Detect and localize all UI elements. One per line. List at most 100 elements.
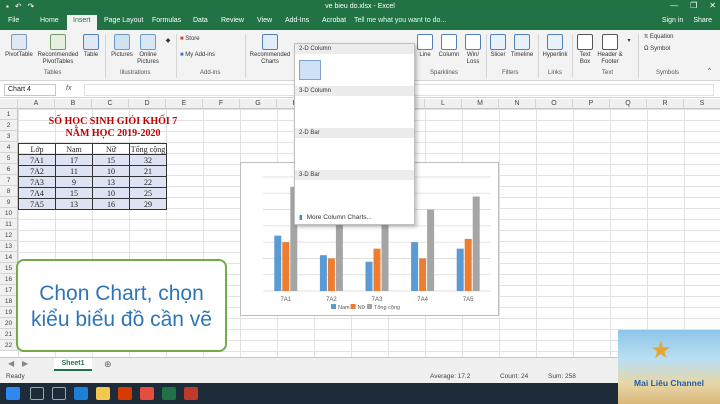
- 3d-clustered-bar-icon[interactable]: [299, 186, 321, 206]
- header-cell[interactable]: Lớp: [18, 143, 56, 155]
- excel-taskbar-icon[interactable]: [162, 387, 176, 400]
- row-header[interactable]: 10: [0, 208, 18, 219]
- sheet-nav-left-icon[interactable]: ◀: [8, 359, 14, 368]
- column-header[interactable]: S: [684, 99, 720, 109]
- column-header[interactable]: M: [462, 99, 499, 109]
- sheet-tab-sheet1[interactable]: Sheet1: [54, 358, 92, 371]
- header-cell[interactable]: Nam: [55, 143, 93, 155]
- table-cell[interactable]: 7A1: [18, 154, 56, 166]
- tab-view[interactable]: View: [257, 17, 272, 24]
- equation-button[interactable]: π Equation: [644, 34, 674, 41]
- table-cell[interactable]: 13: [92, 176, 130, 188]
- clustered-bar-icon[interactable]: [299, 144, 321, 164]
- pivottable-button[interactable]: PivotTable: [4, 34, 34, 59]
- stacked-column-icon[interactable]: [329, 60, 351, 80]
- 3d-100-stacked-column-icon[interactable]: [359, 102, 381, 122]
- row-header[interactable]: 14: [0, 252, 18, 263]
- table-button[interactable]: Table: [80, 34, 102, 59]
- table-cell[interactable]: 10: [92, 165, 130, 177]
- 3d-stacked-bar-icon[interactable]: [329, 186, 351, 206]
- close-button[interactable]: ✕: [709, 1, 716, 10]
- column-header[interactable]: F: [203, 99, 240, 109]
- minimize-button[interactable]: —: [670, 1, 678, 10]
- column-header[interactable]: A: [18, 99, 55, 109]
- column-header[interactable]: N: [499, 99, 536, 109]
- row-header[interactable]: 9: [0, 197, 18, 208]
- column-header[interactable]: E: [166, 99, 203, 109]
- share-button[interactable]: Share: [693, 17, 712, 24]
- tab-acrobat[interactable]: Acrobat: [322, 17, 346, 24]
- tab-data[interactable]: Data: [193, 17, 208, 24]
- sign-in-link[interactable]: Sign in: [662, 17, 683, 24]
- tab-insert[interactable]: Insert: [67, 15, 97, 30]
- select-all-corner[interactable]: [0, 99, 18, 109]
- tab-review[interactable]: Review: [221, 17, 244, 24]
- clustered-column-icon[interactable]: [299, 60, 321, 80]
- hyperlink-button[interactable]: Hyperlink: [540, 34, 570, 59]
- row-header[interactable]: 12: [0, 230, 18, 241]
- 100-stacked-bar-icon[interactable]: [359, 144, 381, 164]
- table-cell[interactable]: 32: [129, 154, 167, 166]
- row-header[interactable]: 11: [0, 219, 18, 230]
- add-sheet-icon[interactable]: ⊕: [104, 359, 112, 370]
- tab-formulas[interactable]: Formulas: [152, 17, 181, 24]
- table-cell[interactable]: 15: [92, 154, 130, 166]
- recommended-pivottables-button[interactable]: Recommended PivotTables: [36, 34, 80, 66]
- sparkline-line-button[interactable]: Line: [414, 34, 436, 59]
- table-cell[interactable]: 25: [129, 187, 167, 199]
- app-icon[interactable]: [140, 387, 154, 400]
- row-header[interactable]: 1: [0, 109, 18, 120]
- row-header[interactable]: 7: [0, 175, 18, 186]
- table-cell[interactable]: 15: [55, 187, 93, 199]
- online-pictures-button[interactable]: Online Pictures: [134, 34, 162, 66]
- task-view-icon[interactable]: [52, 387, 66, 400]
- sparkline-column-button[interactable]: Column: [436, 34, 462, 59]
- column-header[interactable]: P: [573, 99, 610, 109]
- row-header[interactable]: 13: [0, 241, 18, 252]
- 3d-clustered-column-icon[interactable]: [299, 102, 321, 122]
- fx-icon[interactable]: fx: [66, 85, 71, 92]
- table-cell[interactable]: 16: [92, 198, 130, 210]
- column-header[interactable]: C: [92, 99, 129, 109]
- table-cell[interactable]: 7A3: [18, 176, 56, 188]
- table-cell[interactable]: 17: [55, 154, 93, 166]
- 3d-column-icon[interactable]: [389, 102, 411, 122]
- column-header[interactable]: B: [55, 99, 92, 109]
- symbol-button[interactable]: Ω Symbol: [644, 46, 670, 53]
- row-header[interactable]: 2: [0, 120, 18, 131]
- table-cell[interactable]: 7A4: [18, 187, 56, 199]
- restore-button[interactable]: ❐: [690, 1, 697, 10]
- tab-add-ins[interactable]: Add-Ins: [285, 17, 309, 24]
- header-cell[interactable]: Tổng cộng: [129, 143, 167, 155]
- app-icon[interactable]: [184, 387, 198, 400]
- stacked-bar-icon[interactable]: [329, 144, 351, 164]
- column-header[interactable]: G: [240, 99, 277, 109]
- row-header[interactable]: 3: [0, 131, 18, 142]
- text-box-button[interactable]: Text Box: [574, 34, 596, 66]
- store-button[interactable]: ■ Store: [180, 36, 200, 43]
- my-addins-button[interactable]: ■ My Add-ins: [180, 52, 215, 59]
- table-cell[interactable]: 7A2: [18, 165, 56, 177]
- row-header[interactable]: 5: [0, 153, 18, 164]
- name-box[interactable]: Chart 4: [4, 84, 56, 96]
- column-header[interactable]: L: [425, 99, 462, 109]
- row-header[interactable]: 6: [0, 164, 18, 175]
- app-icon[interactable]: [118, 387, 132, 400]
- windows-start-icon[interactable]: [6, 387, 20, 400]
- header-cell[interactable]: Nữ: [92, 143, 130, 155]
- table-cell[interactable]: 13: [55, 198, 93, 210]
- search-icon[interactable]: [30, 387, 44, 400]
- table-cell[interactable]: 9: [55, 176, 93, 188]
- column-header[interactable]: R: [647, 99, 684, 109]
- recommended-charts-button[interactable]: Recommended Charts: [248, 34, 292, 66]
- slicer-button[interactable]: Slicer: [488, 34, 508, 59]
- row-header[interactable]: 8: [0, 186, 18, 197]
- shapes-icon[interactable]: ◆: [162, 38, 174, 45]
- file-explorer-icon[interactable]: [96, 387, 110, 400]
- table-cell[interactable]: 7A5: [18, 198, 56, 210]
- table-cell[interactable]: 10: [92, 187, 130, 199]
- tell-me-box[interactable]: Tell me what you want to do...: [354, 17, 446, 24]
- pictures-button[interactable]: Pictures: [108, 34, 136, 59]
- header-footer-button[interactable]: Header & Footer: [596, 34, 624, 66]
- tab-page-layout[interactable]: Page Layout: [104, 17, 143, 24]
